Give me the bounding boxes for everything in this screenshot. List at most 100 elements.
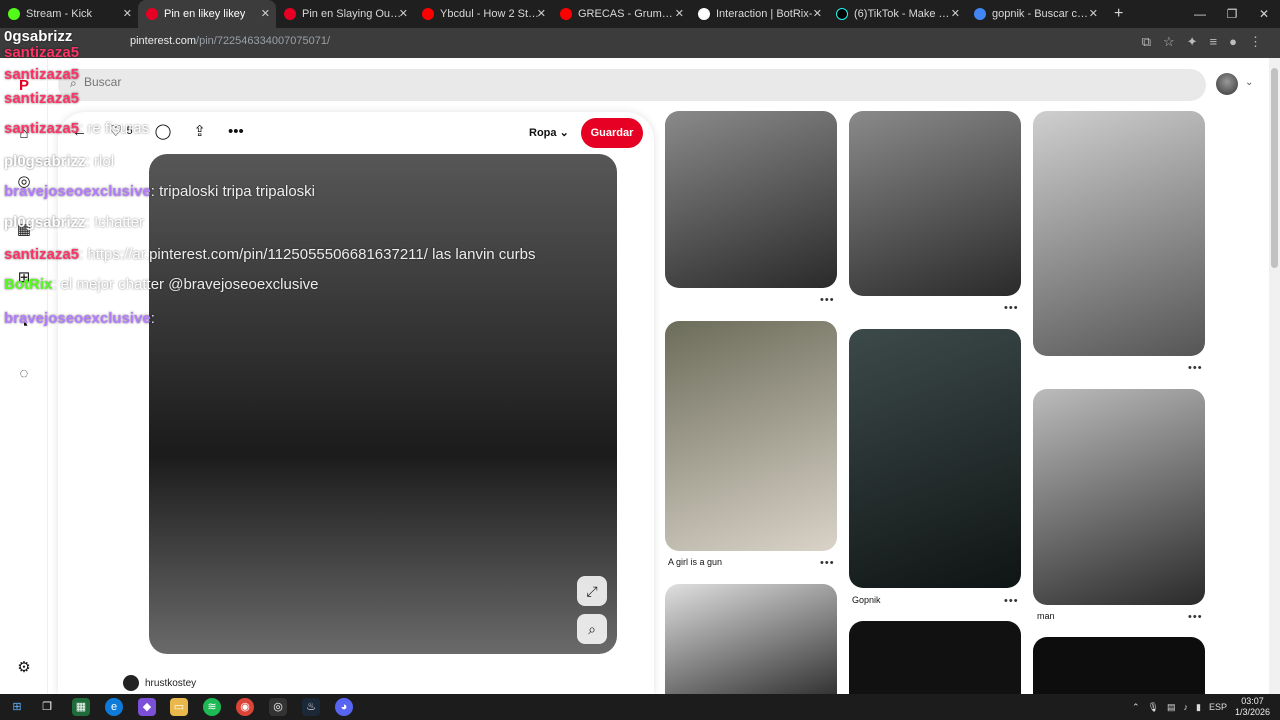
tab-youtube-grecas[interactable]: GRECAS - Grumo sab ✕: [552, 0, 690, 28]
edge-icon[interactable]: e: [105, 698, 123, 716]
network-icon[interactable]: ▤: [1167, 702, 1176, 713]
pin-tile[interactable]: [665, 584, 837, 694]
profile-icon[interactable]: ●: [1229, 34, 1237, 50]
more-options-icon[interactable]: •••: [820, 557, 835, 569]
close-window-icon[interactable]: ✕: [1248, 7, 1280, 21]
pinterest-icon: [146, 8, 158, 20]
search-input[interactable]: [84, 75, 384, 89]
close-icon[interactable]: ✕: [537, 7, 546, 20]
url-path: /pin/722546334007075071/: [196, 35, 330, 47]
messages-icon[interactable]: ◌: [14, 364, 34, 384]
more-options-icon[interactable]: •••: [1004, 595, 1019, 607]
heart-icon[interactable]: ♡: [109, 122, 122, 140]
visual-search-icon[interactable]: ⌕: [577, 614, 607, 644]
media-icon[interactable]: ≡: [1210, 34, 1218, 50]
notifications-icon[interactable]: ◔: [14, 316, 34, 336]
install-app-icon[interactable]: ⧉: [1142, 34, 1151, 50]
scrollbar-thumb[interactable]: [1271, 68, 1278, 268]
spotify-icon[interactable]: ≋: [203, 698, 221, 716]
close-icon[interactable]: ✕: [675, 7, 684, 20]
obs-icon[interactable]: ◎: [269, 698, 287, 716]
pin-tile[interactable]: [665, 111, 837, 288]
new-tab-button[interactable]: +: [1104, 5, 1133, 23]
maximize-icon[interactable]: ❐: [1216, 7, 1248, 21]
chevron-down-icon[interactable]: ⌄: [1245, 77, 1253, 88]
more-options-icon[interactable]: •••: [820, 294, 835, 306]
pin-image[interactable]: ⤢ ⌕: [149, 154, 617, 654]
avatar[interactable]: [1216, 73, 1238, 95]
steam-icon[interactable]: ♨: [302, 698, 320, 716]
pin-tile-title: Gopnik: [852, 595, 881, 605]
pin-tile[interactable]: [1033, 637, 1205, 694]
start-icon[interactable]: ⊞: [8, 698, 26, 716]
tab-google[interactable]: gopnik - Buscar con Goo✕: [966, 0, 1104, 28]
tab-label: Stream - Kick: [26, 8, 93, 20]
search-icon: ⌕: [70, 76, 77, 90]
file-explorer-icon[interactable]: ▭: [170, 698, 188, 716]
search-bar[interactable]: ⌕: [58, 69, 1206, 101]
minimize-icon[interactable]: —: [1184, 7, 1216, 21]
pin-tile[interactable]: [849, 111, 1021, 296]
window-controls: — ❐ ✕: [1184, 0, 1280, 28]
copilot-icon[interactable]: ◆: [138, 698, 156, 716]
clock[interactable]: 03:07 1/3/2026: [1235, 696, 1270, 718]
explore-icon[interactable]: ◎: [14, 172, 34, 192]
boards-icon[interactable]: ▦: [14, 220, 34, 240]
tab-label: (6)TikTok - Make Your: [854, 8, 954, 20]
author-avatar[interactable]: [123, 675, 139, 691]
more-options-icon[interactable]: •••: [228, 123, 244, 140]
pinterest-logo-icon[interactable]: P: [14, 76, 34, 96]
close-icon[interactable]: ✕: [951, 7, 960, 20]
address-bar-actions: ⧉ ☆ ✦ ≡ ● ⋮: [1142, 34, 1262, 50]
clock-date: 1/3/2026: [1234, 707, 1270, 717]
comment-icon[interactable]: ◯: [155, 122, 172, 140]
save-button[interactable]: Guardar: [581, 118, 643, 148]
close-icon[interactable]: ✕: [399, 7, 408, 20]
close-icon[interactable]: ✕: [1089, 7, 1098, 20]
chevron-up-icon[interactable]: ⌃: [1132, 702, 1140, 713]
widgets-icon[interactable]: ▦: [72, 698, 90, 716]
volume-icon[interactable]: ♪: [1183, 702, 1188, 712]
tab-botrix[interactable]: Interaction | BotRix- ✕: [690, 0, 828, 28]
microphone-icon[interactable]: 🎙: [1148, 702, 1159, 713]
pin-tile-title: man: [1037, 611, 1055, 621]
back-arrow-icon[interactable]: ←: [72, 123, 87, 140]
battery-icon[interactable]: ▮: [1196, 702, 1201, 713]
create-icon[interactable]: ⊞: [14, 268, 34, 288]
menu-icon[interactable]: ⋮: [1249, 34, 1262, 50]
pin-tile[interactable]: [1033, 111, 1205, 356]
board-name: Ropa: [529, 127, 557, 139]
language-indicator[interactable]: ESP: [1209, 702, 1227, 712]
url-field[interactable]: pinterest.com/pin/722546334007075071/: [130, 35, 330, 47]
pin-tile[interactable]: [849, 621, 1021, 694]
task-view-icon[interactable]: ❐: [38, 698, 56, 716]
close-icon[interactable]: ✕: [261, 7, 270, 20]
home-icon[interactable]: ⌂: [14, 124, 34, 144]
tab-youtube-ybcdul[interactable]: Ybcdul - How 2 Step ✕: [414, 0, 552, 28]
bookmark-star-icon[interactable]: ☆: [1163, 34, 1175, 50]
tab-pinterest-likey[interactable]: Pin en likey likey ✕: [138, 0, 276, 28]
tab-tiktok[interactable]: (6)TikTok - Make Your ✕: [828, 0, 966, 28]
pin-tile[interactable]: [665, 321, 837, 551]
tiktok-icon: [836, 8, 848, 20]
expand-icon[interactable]: ⤢: [577, 576, 607, 606]
chrome-icon[interactable]: ◉: [236, 698, 254, 716]
share-icon[interactable]: ⇪: [193, 122, 206, 140]
more-options-icon[interactable]: •••: [1188, 611, 1203, 623]
settings-icon[interactable]: ⚙: [14, 658, 34, 678]
author-name[interactable]: hrustkostey: [145, 678, 196, 689]
discord-icon[interactable]: ◕: [335, 698, 353, 716]
close-icon[interactable]: ✕: [123, 7, 132, 20]
pin-tile[interactable]: [849, 329, 1021, 588]
like-count: 5: [126, 125, 133, 137]
board-dropdown[interactable]: Ropa ⌄: [529, 126, 569, 139]
close-icon[interactable]: ✕: [813, 7, 822, 20]
windows-taskbar: ⊞ ❐ ▦ e ◆ ▭ ≋ ◉ ◎ ♨ ◕ ⌃ 🎙 ▤ ♪ ▮ ESP 03:0…: [0, 694, 1280, 720]
google-icon: [974, 8, 986, 20]
extensions-icon[interactable]: ✦: [1187, 34, 1198, 50]
pin-tile[interactable]: [1033, 389, 1205, 605]
more-options-icon[interactable]: •••: [1004, 302, 1019, 314]
tab-kick[interactable]: Stream - Kick ✕: [0, 0, 138, 28]
tab-pinterest-outfits[interactable]: Pin en Slaying Outfits ✕: [276, 0, 414, 28]
more-options-icon[interactable]: •••: [1188, 362, 1203, 374]
